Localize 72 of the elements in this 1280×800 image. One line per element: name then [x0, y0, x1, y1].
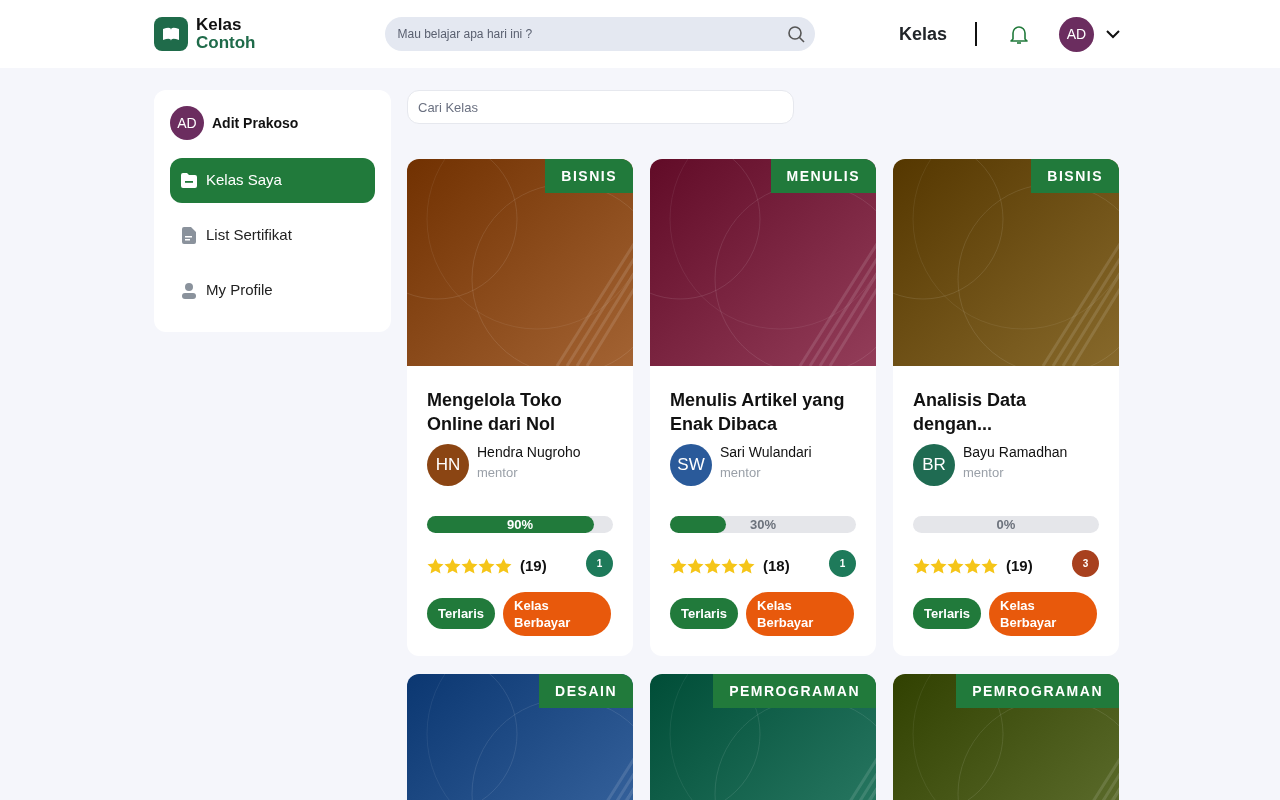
bell-icon[interactable]: [1009, 23, 1029, 45]
sidebar-item[interactable]: List Sertifikat: [170, 213, 375, 258]
course-card[interactable]: BISNIS Mengelola Toko Online dari Nol HN Hendra Nugroho mentor 90% (19) 1 Terlaris Kelas Berbayar: [407, 159, 633, 656]
avatar: BR: [913, 444, 955, 486]
avatar: AD: [170, 106, 204, 140]
star-icon: [444, 558, 461, 575]
chevron-down-icon[interactable]: [1106, 29, 1120, 39]
mentor-name: Bayu Ramadhan: [963, 442, 1068, 462]
tag: Kelas Berbayar: [503, 591, 611, 636]
tag: Kelas Berbayar: [989, 591, 1097, 636]
star-icon: [670, 558, 687, 575]
course-card[interactable]: DESAIN: [407, 673, 633, 800]
review-count: (18): [763, 556, 790, 576]
star-icon: [687, 558, 704, 575]
category-label: PEMROGRAMAN: [956, 673, 1119, 708]
mentor-name: Hendra Nugroho: [477, 442, 581, 462]
folder-icon: [180, 171, 198, 190]
course-card[interactable]: PEMROGRAMAN: [650, 673, 876, 800]
tag: Kelas Berbayar: [746, 591, 854, 636]
category-label: PEMROGRAMAN: [713, 673, 876, 708]
course-title: Menulis Artikel yang Enak Dibaca: [670, 389, 846, 436]
star-icon: [427, 558, 444, 575]
progress-label: 30%: [750, 516, 776, 533]
star-icon: [721, 558, 738, 575]
course-card[interactable]: MENULIS Menulis Artikel yang Enak Dibaca SW Sari Wulandari mentor 30% (18) 1 Terlaris Kelas Berbayar: [650, 159, 876, 656]
course-title: Analisis Data dengan...: [913, 389, 1028, 436]
tag: Terlaris: [913, 597, 981, 630]
star-icon: [981, 558, 998, 575]
mentor-name: Sari Wulandari: [720, 442, 812, 462]
logo-text: Kelas: [196, 16, 243, 34]
person-icon: [180, 281, 198, 300]
star-icon: [495, 558, 512, 575]
search-field[interactable]: Mau belajar apa hari ini ?: [385, 17, 816, 51]
document-icon: [180, 226, 198, 245]
logo-icon[interactable]: [154, 17, 188, 51]
nav-link[interactable]: Kelas: [898, 20, 947, 48]
star-icon: [964, 558, 981, 575]
star-icon: [478, 558, 495, 575]
category-label: BISNIS: [545, 159, 633, 193]
avatar[interactable]: AD: [1059, 16, 1094, 52]
mentor-role: mentor: [963, 463, 1005, 482]
star-icon: [947, 558, 964, 575]
mentor-role: mentor: [477, 463, 519, 482]
star-icon: [738, 558, 755, 575]
search-icon[interactable]: [787, 25, 806, 43]
course-card[interactable]: PEMROGRAMAN: [893, 673, 1119, 800]
review-count: (19): [520, 556, 547, 576]
category-label: BISNIS: [1031, 159, 1119, 193]
tag: Terlaris: [427, 597, 495, 630]
course-title: Mengelola Toko Online dari Nol: [427, 389, 563, 436]
tag: Terlaris: [670, 597, 738, 630]
avatar: HN: [427, 444, 469, 486]
avatar: SW: [670, 444, 712, 486]
category-label: DESAIN: [539, 673, 633, 708]
star-icon: [913, 558, 930, 575]
progress-label: 0%: [996, 516, 1016, 533]
count-badge: 3: [1072, 549, 1099, 577]
search-field[interactable]: Cari Kelas: [407, 90, 794, 124]
logo-text: Contoh: [196, 34, 256, 52]
star-icon: [930, 558, 947, 575]
sidebar-item[interactable]: My Profile: [170, 268, 375, 313]
star-icon: [461, 558, 478, 575]
sidebar-item[interactable]: Kelas Saya: [170, 158, 375, 203]
user-name: Adit Prakoso: [212, 113, 299, 133]
category-label: MENULIS: [770, 159, 876, 193]
count-badge: 1: [586, 549, 613, 577]
progress-label: 90%: [507, 516, 533, 533]
mentor-role: mentor: [720, 463, 762, 482]
star-icon: [704, 558, 721, 575]
count-badge: 1: [829, 549, 856, 577]
course-card[interactable]: BISNIS Analisis Data dengan... BR Bayu Ramadhan mentor 0% (19) 3 Terlaris Kelas Berbayar: [893, 159, 1119, 656]
review-count: (19): [1006, 556, 1033, 576]
